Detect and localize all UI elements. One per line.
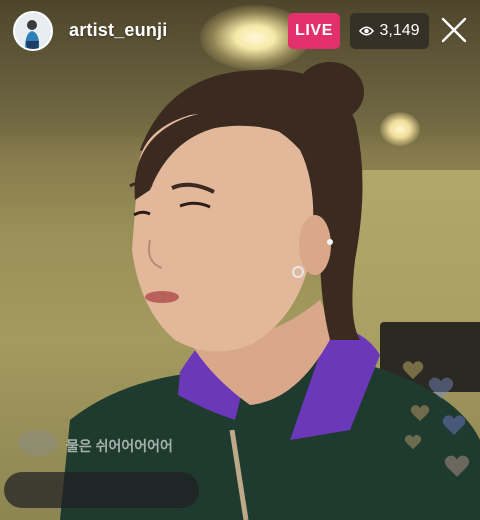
comment-avatar	[18, 430, 58, 456]
profile-avatar[interactable]	[13, 11, 53, 51]
heart-icon	[442, 415, 466, 435]
comment-feed: 물은 쉬어어어어어	[10, 426, 230, 471]
close-button[interactable]	[438, 14, 470, 46]
username[interactable]: artist_eunji	[69, 20, 167, 41]
close-icon	[441, 17, 467, 43]
hair-bun	[296, 62, 364, 122]
heart-icon	[410, 405, 430, 422]
comment-text: 물은 쉬어어어어어	[66, 438, 173, 454]
heart-icon	[404, 435, 422, 450]
heart-icon	[428, 377, 454, 399]
top-bar: artist_eunji LIVE 3,149	[0, 0, 480, 64]
eye-icon	[359, 26, 375, 36]
viewer-count: 3,149	[379, 22, 420, 39]
viewer-count-badge[interactable]: 3,149	[350, 13, 429, 49]
live-badge: LIVE	[288, 13, 340, 49]
heart-icon	[402, 361, 424, 380]
heart-icon	[444, 455, 470, 477]
comment-input[interactable]	[4, 472, 199, 508]
mouth	[145, 291, 179, 303]
ear	[299, 215, 331, 275]
avatar-image	[15, 13, 51, 49]
reaction-hearts	[398, 358, 480, 488]
